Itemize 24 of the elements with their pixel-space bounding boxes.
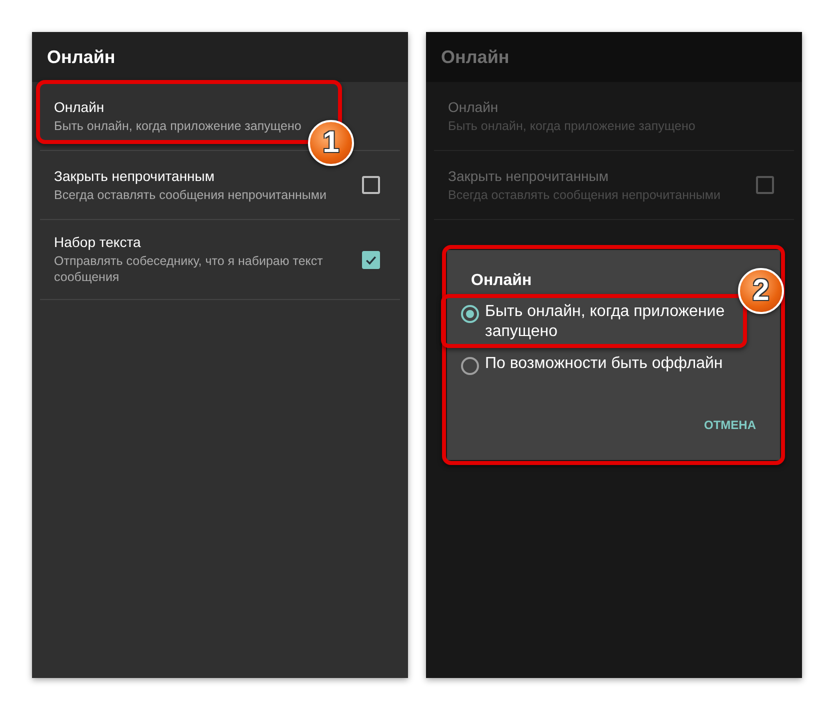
radio-button[interactable] xyxy=(461,305,479,323)
item-title: Онлайн xyxy=(54,98,106,114)
item-title: Закрыть непрочитанным xyxy=(54,168,216,184)
item-summary: Отправлять собеседнику, что я набираю текст сообщения xyxy=(54,253,324,285)
item-summary: Всегда оставлять сообщения непрочитанными xyxy=(54,186,328,202)
checkbox[interactable] xyxy=(362,250,380,268)
item-title: Набор текста xyxy=(54,234,142,250)
item-summary: Быть онлайн, когда приложение запущено xyxy=(54,118,302,134)
dialog-title: Онлайн xyxy=(471,272,533,290)
checkbox[interactable] xyxy=(756,176,774,194)
option-label: По возможности быть оффлайн xyxy=(485,354,724,374)
screen-title: Онлайн xyxy=(47,46,116,68)
option-label: Быть онлайн, когда приложение запущено xyxy=(485,302,726,342)
cancel-button[interactable]: ОТМЕНА xyxy=(702,414,758,436)
settings-item[interactable]: Закрыть непрочитанным Всегда оставлять сообщения непрочитанными xyxy=(40,151,400,220)
item-title: Онлайн xyxy=(448,98,500,114)
step-badge: 2 xyxy=(738,268,784,314)
step-badge: 1 xyxy=(308,120,354,166)
settings-item[interactable]: Набор текста Отправлять собеседнику, что я набираю текст сообщения xyxy=(40,220,400,300)
radio-button[interactable] xyxy=(461,357,479,375)
screen-title: Онлайн xyxy=(441,46,510,68)
item-title: Закрыть непрочитанным xyxy=(448,168,610,184)
checkbox[interactable] xyxy=(362,176,380,194)
radio-option[interactable]: По возможности быть оффлайн xyxy=(461,354,758,375)
